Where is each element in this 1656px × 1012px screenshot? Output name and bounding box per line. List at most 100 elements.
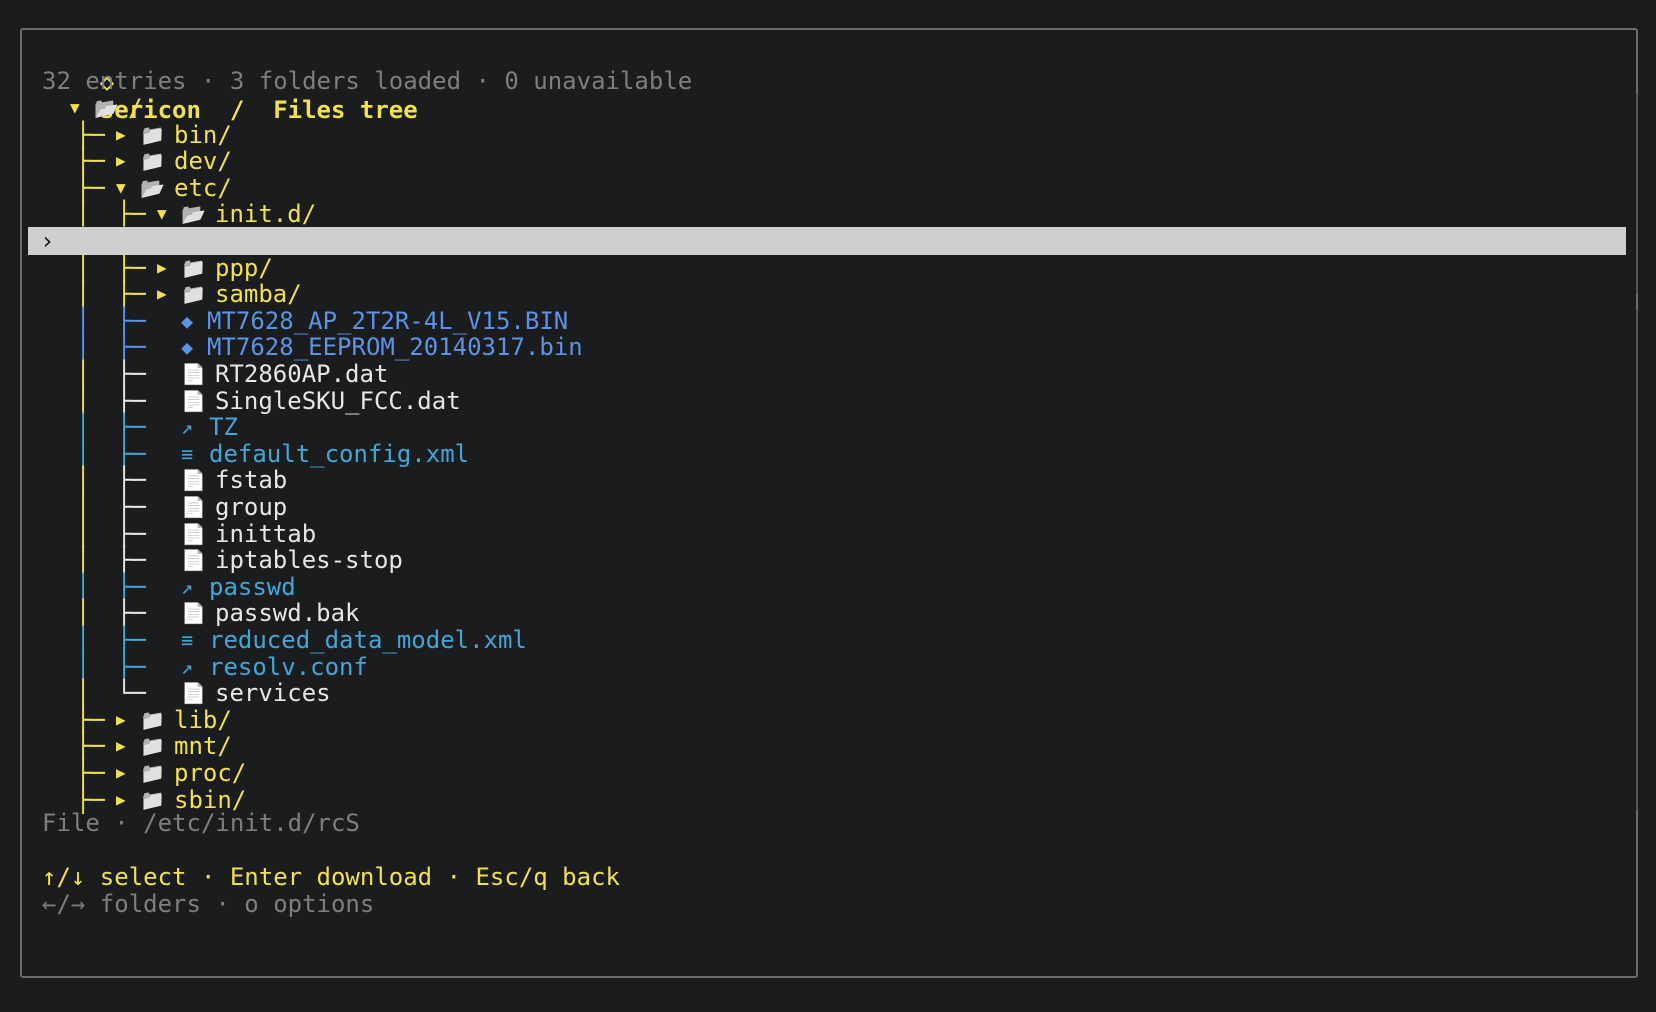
scrollbar-track[interactable] — [1636, 310, 1638, 710]
scrollbar-track[interactable] — [1636, 690, 1638, 810]
tree-file-row[interactable]: │ ├─ 📄 iptables-stop — [22, 546, 1612, 574]
files-tree-panel: ◇ sericon / Files tree 32 entries · 3 fo… — [20, 28, 1638, 978]
key-hints-primary: ↑/↓ select · Enter download · Esc/q back — [42, 863, 620, 891]
tree-item-name: MT7628_EEPROM_20140317.bin — [207, 333, 583, 362]
tree-item-name: bin/ — [174, 120, 232, 149]
binary-diamond-icon: ◆ — [181, 335, 194, 360]
tree-file-row[interactable]: │ ├─ ↗ TZ — [22, 413, 1612, 441]
tree-folder-row[interactable]: ├─ ▶ 📁 lib/ — [22, 706, 1612, 734]
tree-item-name: inittab — [215, 519, 317, 548]
folder-icon: 📁 — [181, 255, 206, 280]
tree-item-name: fstab — [215, 466, 288, 495]
file-icon: 📄 — [181, 681, 206, 706]
folder-open-icon: 📂 — [140, 175, 165, 200]
collapsed-caret-icon[interactable]: ▶ — [116, 147, 126, 175]
file-icon: 📄 — [181, 495, 206, 519]
folder-icon: 📁 — [140, 122, 165, 147]
tree-item-name: SingleSKU_FCC.dat — [215, 386, 461, 415]
folder-icon: 📁 — [140, 149, 165, 174]
collapsed-caret-icon[interactable]: ▶ — [116, 706, 126, 734]
config-lines-icon: ≡ — [181, 628, 194, 652]
expanded-caret-icon[interactable]: ▼ — [116, 174, 126, 202]
tree-item-name: default_config.xml — [209, 439, 470, 468]
file-icon: 📄 — [181, 548, 206, 573]
tree-stats: 32 entries · 3 folders loaded · 0 unavai… — [42, 67, 693, 95]
expanded-caret-icon[interactable]: ▼ — [157, 200, 167, 228]
tree-folder-row[interactable]: ├─ ▶ 📁 bin/ — [22, 121, 1612, 149]
tree-branch-connector: ├─ — [117, 439, 146, 468]
tree-file-row[interactable]: │ ├─ ≡ default_config.xml — [22, 440, 1612, 468]
tree-file-row[interactable]: │ ├─ 📄 fstab — [22, 466, 1612, 494]
tree-branch-connector: ├─ — [117, 413, 146, 442]
tree-item-name: group — [215, 493, 288, 521]
tree-file-row[interactable]: │ ├─ ↗ passwd — [22, 573, 1612, 601]
tree-file-row[interactable]: │ ├─ 📄 RT2860AP.dat — [22, 360, 1612, 388]
tree-branch-connector: ├─ — [117, 333, 146, 362]
tree-guide-line: │ — [76, 333, 91, 362]
collapsed-caret-icon[interactable]: ▶ — [116, 732, 126, 760]
symlink-arrow-icon: ↗ — [181, 415, 194, 440]
panel-title: ◇ sericon / Files tree — [42, 40, 418, 124]
tree-item-name: samba/ — [215, 280, 302, 309]
tree-item-name: passwd — [209, 572, 296, 601]
tree-item-name: RT2860AP.dat — [215, 360, 389, 388]
file-icon: 📄 — [181, 468, 206, 493]
tree-file-row[interactable]: │ ├─ 📄 group — [22, 493, 1612, 521]
tree-branch-connector: ├─ — [76, 120, 105, 149]
tree-file-row[interactable]: │ ├─ ◆ MT7628_EEPROM_20140317.bin — [22, 333, 1612, 361]
tree-file-row[interactable]: │ └─ 📄 services — [22, 679, 1612, 707]
tree-branch-connector: ├─ — [76, 705, 105, 734]
tree-guide-line: │ — [76, 626, 91, 654]
tree-guide-line: │ — [76, 466, 91, 495]
tree-folder-row[interactable]: │ ├─ ▶ 📁 samba/ — [22, 280, 1612, 308]
symlink-arrow-icon: ↗ — [181, 654, 194, 679]
tree-branch-connector: ├─ — [117, 519, 146, 548]
tree-item-name: reduced_data_model.xml — [209, 626, 527, 654]
binary-diamond-icon: ◆ — [181, 308, 194, 333]
tree-guide-line: │ — [76, 306, 91, 335]
symlink-arrow-icon: ↗ — [181, 574, 194, 599]
tree-branch-connector: └─ — [117, 679, 146, 708]
tree-branch-connector: ├─ — [117, 200, 146, 229]
tree-file-row[interactable]: │ ├─ 📄 passwd.bak — [22, 599, 1612, 627]
tree-item-name: services — [215, 679, 331, 708]
tree-file-row[interactable]: │ ├─ 📄 inittab — [22, 520, 1612, 548]
tree-guide-line: │ — [76, 253, 91, 282]
tree-folder-row[interactable]: │ ├─ ▶ 📁 ppp/ — [22, 254, 1612, 282]
tree-item-name: dev/ — [174, 147, 232, 176]
tree-folder-row[interactable]: ▼ 📂 / — [22, 94, 1612, 122]
tree-file-row[interactable]: │ ├─ ↗ resolv.conf — [22, 653, 1612, 681]
tree-file-row[interactable]: │ ├─ ≡ reduced_data_model.xml — [22, 626, 1612, 654]
tree-item-name: passwd.bak — [215, 599, 360, 628]
tree-guide-line: │ — [76, 493, 91, 521]
tree-branch-connector: ├─ — [117, 652, 146, 681]
tree-branch-connector: ├─ — [76, 173, 105, 202]
tree-item-name: MT7628_AP_2T2R-4L_V15.BIN — [207, 306, 569, 335]
tree-item-name: / — [128, 94, 143, 122]
collapsed-caret-icon[interactable]: ▶ — [116, 759, 126, 787]
tree-folder-row[interactable]: ├─ ▼ 📂 etc/ — [22, 174, 1612, 202]
collapsed-caret-icon[interactable]: ▶ — [116, 121, 126, 149]
tree-item-name: TZ — [209, 413, 238, 442]
scrollbar-track[interactable] — [1636, 94, 1638, 294]
folder-open-icon: 📂 — [181, 202, 206, 227]
selection-marker-icon: › — [40, 227, 55, 255]
tree-folder-row[interactable]: ├─ ▶ 📁 proc/ — [22, 759, 1612, 787]
tree-guide-line: │ — [76, 439, 91, 468]
key-hints-secondary: ←/→ folders · o options — [42, 890, 375, 918]
tree-folder-row[interactable]: ├─ ▶ 📁 dev/ — [22, 147, 1612, 175]
collapsed-caret-icon[interactable]: ▶ — [157, 254, 167, 282]
tree-branch-connector: ├─ — [117, 626, 146, 654]
folder-icon: 📁 — [140, 734, 165, 759]
tree-folder-row[interactable]: │ ├─ ▼ 📂 init.d/ — [22, 200, 1612, 228]
expanded-caret-icon[interactable]: ▼ — [70, 94, 80, 122]
tree-branch-connector: ├─ — [117, 599, 146, 628]
tree-item-name: ppp/ — [215, 253, 273, 282]
tree-item-name: resolv.conf — [209, 652, 368, 681]
file-icon: 📄 — [181, 362, 206, 386]
tree-branch-connector: ├─ — [117, 360, 146, 388]
tree-file-row[interactable]: │ ├─ 📄 SingleSKU_FCC.dat — [22, 387, 1612, 415]
tree-folder-row[interactable]: ├─ ▶ 📁 mnt/ — [22, 732, 1612, 760]
collapsed-caret-icon[interactable]: ▶ — [157, 280, 167, 308]
tree-file-row[interactable]: │ ├─ ◆ MT7628_AP_2T2R-4L_V15.BIN — [22, 307, 1612, 335]
